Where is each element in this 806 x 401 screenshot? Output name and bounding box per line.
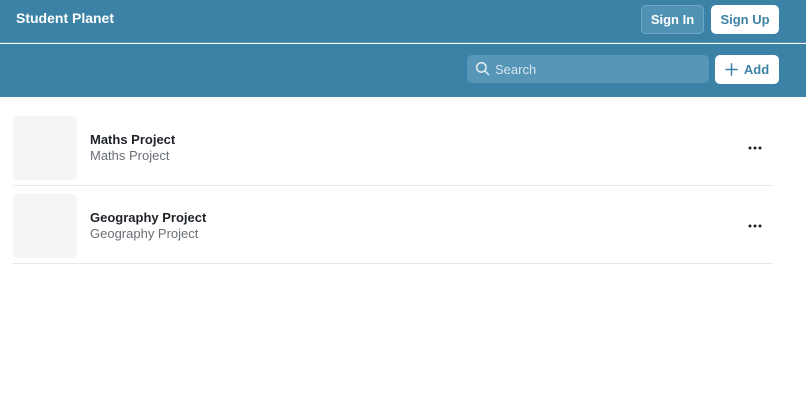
project-subtitle: Maths Project <box>90 148 170 163</box>
app-title: Student Planet <box>16 10 115 26</box>
add-button[interactable]: Add <box>715 55 779 84</box>
search-icon <box>475 61 490 76</box>
sign-up-button[interactable]: Sign Up <box>711 5 779 34</box>
project-title: Maths Project <box>90 132 176 147</box>
toolbar: Add <box>0 44 806 97</box>
more-horizontal-icon <box>748 146 762 150</box>
project-thumbnail <box>13 194 77 258</box>
project-list: Maths Project Maths Project Geography Pr… <box>13 108 773 264</box>
plus-icon <box>725 63 738 76</box>
more-options-button[interactable] <box>741 214 769 238</box>
search-input[interactable] <box>495 55 703 83</box>
list-item[interactable]: Geography Project Geography Project <box>13 186 773 264</box>
search-box[interactable] <box>467 55 709 83</box>
add-button-label: Add <box>743 62 770 77</box>
more-horizontal-icon <box>748 224 762 228</box>
project-title: Geography Project <box>90 210 207 225</box>
more-options-button[interactable] <box>741 136 769 160</box>
project-subtitle: Geography Project <box>90 226 199 241</box>
project-thumbnail <box>13 116 77 180</box>
list-item[interactable]: Maths Project Maths Project <box>13 108 773 186</box>
sign-in-button[interactable]: Sign In <box>641 5 704 34</box>
top-navbar: Student Planet Sign In Sign Up <box>0 0 806 43</box>
